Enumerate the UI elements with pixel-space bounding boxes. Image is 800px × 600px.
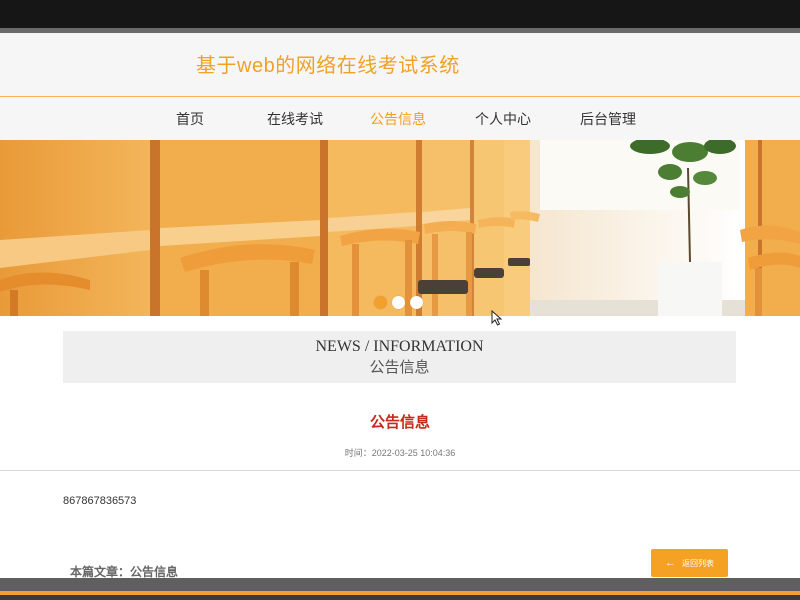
browser-top-bar <box>0 0 800 28</box>
footer-bottom <box>0 595 800 600</box>
nav-item-online-exam[interactable]: 在线考试 <box>267 109 323 129</box>
back-to-list-button[interactable]: ← 返回列表 <box>651 549 728 577</box>
banner-carousel <box>0 140 800 316</box>
site-title: 基于web的网络在线考试系统 <box>196 55 460 77</box>
article-content: 867867836573 <box>63 495 137 507</box>
carousel-dot-1[interactable] <box>374 296 387 309</box>
section-header: NEWS / INFORMATION 公告信息 <box>63 331 736 383</box>
article-time: 时间：2022-03-25 10:04:36 <box>344 448 456 458</box>
carousel-indicators <box>374 296 423 309</box>
arrow-left-icon: ← <box>665 557 676 569</box>
banner-image <box>0 140 800 316</box>
nav-item-personal-center[interactable]: 个人中心 <box>475 109 531 129</box>
site-header: 基于web的网络在线考试系统 <box>0 33 800 96</box>
article-title: 公告信息 <box>369 414 430 431</box>
carousel-dot-2[interactable] <box>392 296 405 309</box>
nav-item-home[interactable]: 首页 <box>176 109 204 129</box>
back-to-list-label: 返回列表 <box>682 558 714 568</box>
footer-bar <box>0 578 800 591</box>
carousel-dot-3[interactable] <box>410 296 423 309</box>
section-title-cn: 公告信息 <box>369 360 430 376</box>
article-divider <box>0 470 800 471</box>
main-nav: 首页 在线考试 公告信息 个人中心 后台管理 <box>0 97 800 140</box>
nav-item-admin[interactable]: 后台管理 <box>580 109 636 129</box>
mouse-cursor-icon <box>491 310 503 326</box>
section-title-en: NEWS / INFORMATION <box>315 338 484 355</box>
nav-item-announcements[interactable]: 公告信息 <box>370 109 426 129</box>
